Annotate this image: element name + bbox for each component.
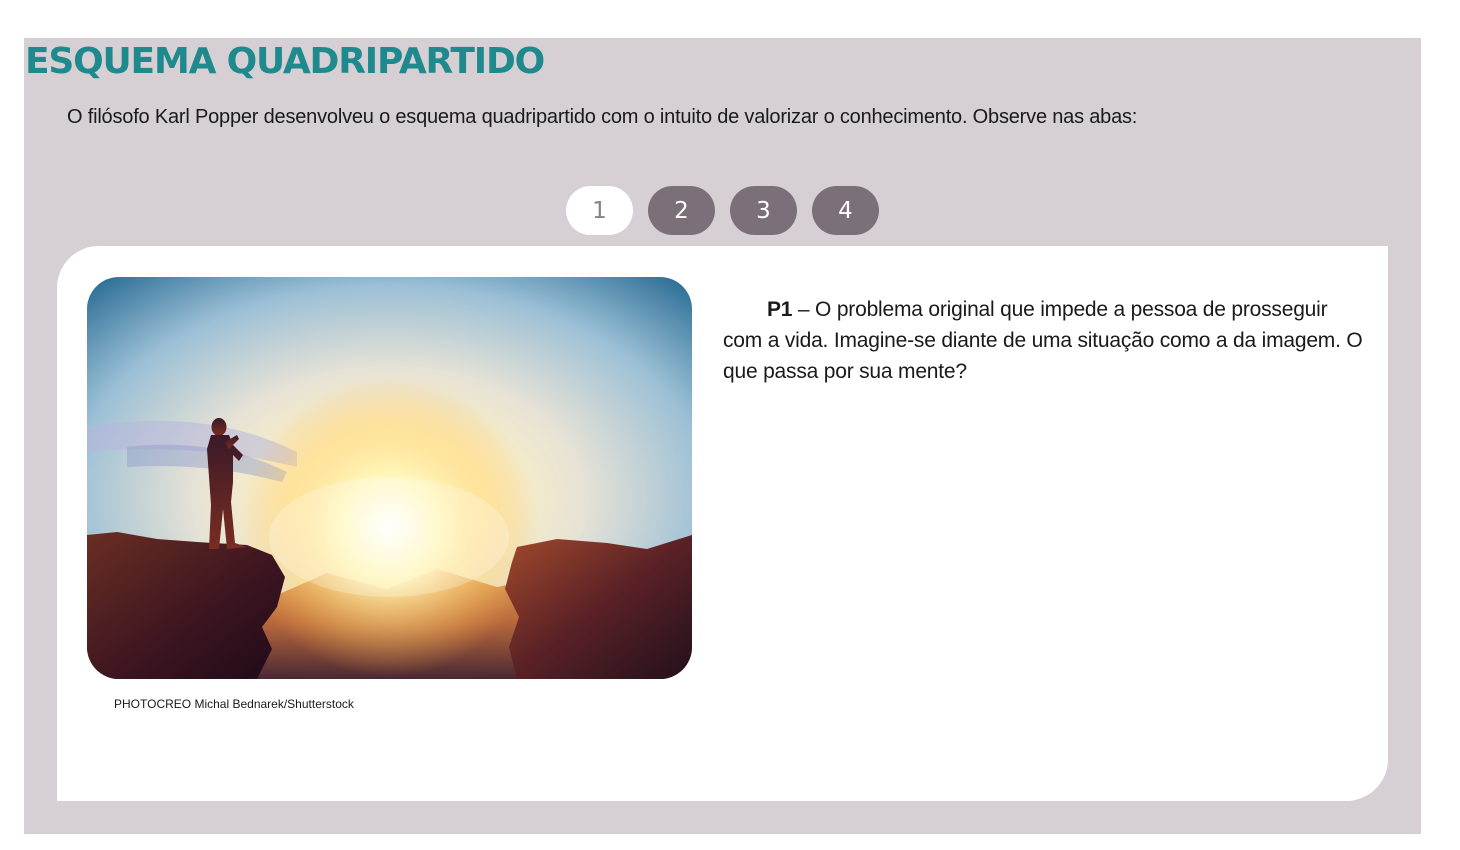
tab-4[interactable]: 4 — [812, 186, 879, 235]
image-credit: PHOTOCREO Michal Bednarek/Shutterstock — [114, 697, 354, 711]
problem-label: P1 — [767, 298, 793, 321]
tab-1[interactable]: 1 — [566, 186, 633, 235]
tab-2[interactable]: 2 — [648, 186, 715, 235]
tab-3[interactable]: 3 — [730, 186, 797, 235]
problem-description: – O problema original que impede a pesso… — [723, 298, 1363, 383]
tab-bar: 1 2 3 4 — [566, 186, 879, 235]
page-title: ESQUEMA QUADRIPARTIDO — [25, 41, 545, 82]
tab-content-card: PHOTOCREO Michal Bednarek/Shutterstock P… — [57, 246, 1388, 801]
cliff-sunset-photo — [87, 277, 692, 679]
intro-text: O filósofo Karl Popper desenvolveu o esq… — [67, 106, 1138, 128]
content-panel: ESQUEMA QUADRIPARTIDO O filósofo Karl Po… — [24, 38, 1421, 834]
tab-description: P1 – O problema original que impede a pe… — [723, 294, 1363, 387]
